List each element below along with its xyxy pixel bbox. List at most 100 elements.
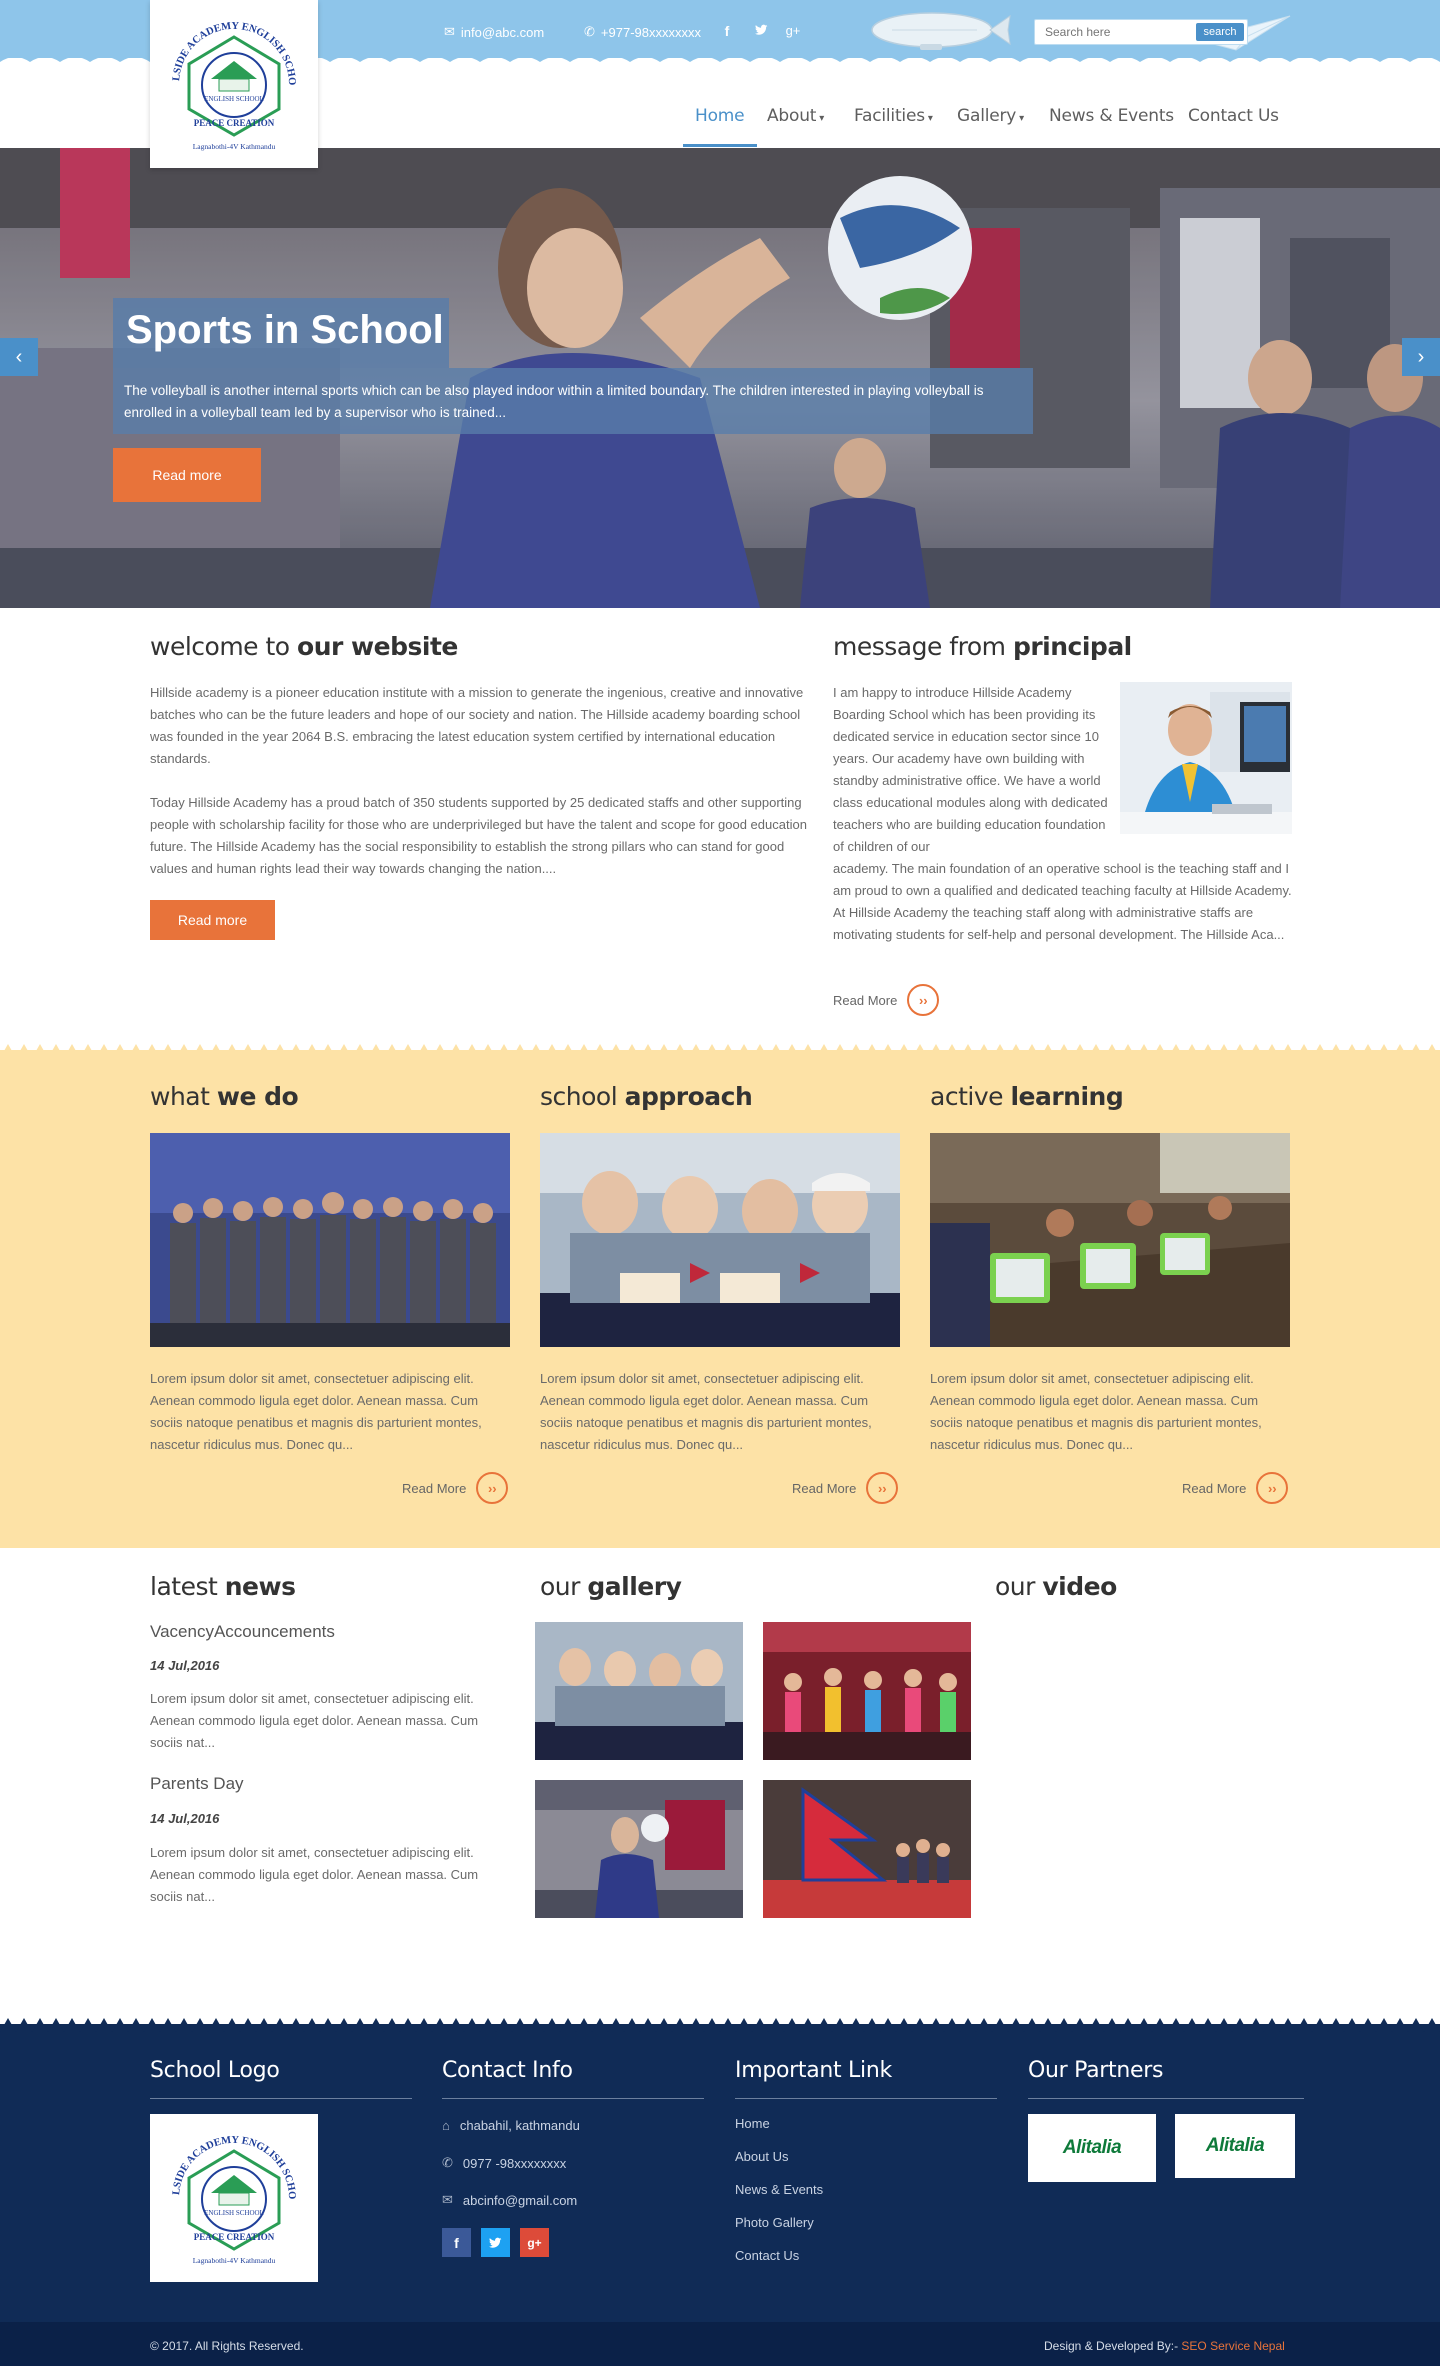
footer-divider	[735, 2098, 997, 2099]
principal-read-more-link[interactable]: Read More ››	[833, 984, 940, 1016]
news-item-text: Lorem ipsum dolor sit amet, consectetuer…	[150, 1845, 479, 1904]
gallery-heading-bold: gallery	[587, 1572, 682, 1601]
principal-heading-bold: principal	[1012, 632, 1132, 661]
footer-school-logo: HILLSIDE ACADEMY ENGLISH SCHOOL ENGLISH …	[150, 2114, 318, 2282]
nav-gallery[interactable]: Gallery ▾	[957, 106, 1024, 126]
gallery-heading: our gallery	[540, 1572, 682, 1601]
school-crest-icon: HILLSIDE ACADEMY ENGLISH SCHOOL ENGLISH …	[159, 9, 297, 151]
news-item-date: 14 Jul,2016	[150, 1811, 220, 1826]
envelope-icon: ✉	[442, 2192, 453, 2207]
nav-facilities-label: Facilities	[854, 106, 925, 126]
facebook-icon[interactable]: f	[718, 23, 736, 39]
footer-email-text: abcinfo@gmail.com	[462, 2192, 578, 2208]
footer-link-contact[interactable]: Contact Us	[735, 2248, 799, 2263]
footer-link-news-events[interactable]: News & Events	[735, 2182, 823, 2197]
news-item-title[interactable]: Parents Day	[150, 1774, 244, 1794]
gallery-thumbnail[interactable]	[763, 1622, 971, 1760]
footer-phone-text: 0977 -98xxxxxxxx	[462, 2155, 567, 2171]
double-chevron-icon: ››	[907, 984, 940, 1016]
header-phone[interactable]: ✆ +977-98xxxxxxxx	[584, 24, 701, 40]
twitter-icon[interactable]	[481, 2228, 510, 2257]
feature-text: Lorem ipsum dolor sit amet, consectetuer…	[150, 1371, 482, 1452]
envelope-icon: ✉	[444, 24, 455, 39]
news-heading: latest news	[150, 1572, 296, 1601]
footer-address-text: chabahil, kathmandu	[459, 2118, 580, 2133]
footer-address: ⌂ chabahil, kathmandu	[442, 2118, 580, 2133]
footer-email[interactable]: ✉ abcinfo@gmail.com	[442, 2192, 577, 2208]
nav-gallery-label: Gallery	[957, 106, 1017, 126]
nav-about[interactable]: About ▾	[767, 106, 824, 126]
twitter-icon[interactable]	[752, 23, 770, 39]
footer-partners-heading: Our Partners	[1028, 2058, 1164, 2083]
principal-message: academy. The main foundation of an opera…	[833, 861, 1292, 942]
news-item-title[interactable]: VacencyAccouncements	[150, 1622, 335, 1642]
nav-news-events-label: News & Events	[1049, 106, 1174, 126]
footer-link-about[interactable]: About Us	[735, 2149, 788, 2164]
search-button[interactable]: search	[1196, 23, 1244, 41]
nav-contact[interactable]: Contact Us	[1188, 106, 1279, 126]
welcome-heading: welcome to our website	[150, 632, 458, 661]
logo-motto: PEACE CREATION	[194, 2232, 275, 2242]
slider-next-arrow-icon[interactable]: ›	[1402, 338, 1440, 376]
phone-icon: ✆	[584, 24, 595, 39]
blimp-icon	[871, 12, 1011, 50]
search-box: search	[1034, 19, 1248, 45]
search-input[interactable]	[1035, 20, 1195, 44]
welcome-paragraph-1: Hillside academy is a pioneer education …	[150, 685, 804, 766]
gallery-thumbnail[interactable]	[535, 1622, 743, 1760]
footer-phone: ✆ 0977 -98xxxxxxxx	[442, 2155, 566, 2171]
footer-divider	[150, 2098, 412, 2099]
news-heading-light: latest	[150, 1572, 225, 1601]
caret-down-icon: ▾	[927, 113, 933, 124]
feature-read-more-label: Read More	[402, 1480, 467, 1496]
principal-read-more-label: Read More	[833, 992, 898, 1008]
zigzag-edge	[0, 1044, 1440, 1058]
feature-read-more-link[interactable]: Read More ››	[1182, 1472, 1289, 1504]
google-plus-icon[interactable]: g+	[784, 23, 802, 38]
nav-contact-label: Contact Us	[1188, 106, 1279, 126]
welcome-paragraph-2: Today Hillside Academy has a proud batch…	[150, 795, 807, 876]
welcome-read-more-button[interactable]: Read more	[150, 900, 275, 940]
gallery-thumbnail[interactable]	[763, 1780, 971, 1918]
slide-title: Sports in School	[126, 308, 444, 352]
developer-credit: Design & Developed By:- SEO Service Nepa…	[1044, 2339, 1285, 2353]
feature-read-more-link[interactable]: Read More ››	[792, 1472, 899, 1504]
slide-read-more-button[interactable]: Read more	[113, 448, 261, 502]
caret-down-icon: ▾	[1019, 113, 1024, 124]
slider-prev-arrow-icon[interactable]: ‹	[0, 338, 38, 376]
feature-heading-light: active	[930, 1082, 1011, 1111]
school-logo[interactable]: HILLSIDE ACADEMY ENGLISH SCHOOL ENGLISH …	[150, 0, 318, 168]
logo-center-text: ENGLISH SCHOOL	[204, 95, 264, 103]
news-heading-bold: news	[224, 1572, 296, 1601]
partner-logo[interactable]: Alitalia	[1028, 2114, 1156, 2182]
feature-image-school-approach	[540, 1133, 900, 1347]
nav-active-indicator	[683, 144, 757, 147]
nav-home[interactable]: Home	[695, 106, 745, 126]
feature-read-more-link[interactable]: Read More ››	[402, 1472, 509, 1504]
logo-motto: PEACE CREATION	[194, 118, 275, 128]
footer-logo-heading: School Logo	[150, 2058, 280, 2083]
principal-heading: message from principal	[833, 632, 1132, 661]
video-heading-light: our	[995, 1572, 1043, 1601]
feature-image-active-learning	[930, 1133, 1290, 1347]
partner-logo[interactable]: Alitalia	[1175, 2114, 1295, 2178]
gallery-thumbnail[interactable]	[535, 1780, 743, 1918]
nav-news-events[interactable]: News & Events	[1049, 106, 1174, 126]
facebook-icon[interactable]: f	[442, 2228, 471, 2257]
principal-photo	[1120, 682, 1292, 834]
nav-home-label: Home	[695, 106, 745, 126]
header-email[interactable]: ✉ info@abc.com	[444, 24, 544, 40]
footer-link-home[interactable]: Home	[735, 2116, 770, 2131]
nav-facilities[interactable]: Facilities ▾	[854, 106, 933, 126]
google-plus-icon[interactable]: g+	[520, 2228, 549, 2257]
hero-slider: Sports in School The volleyball is anoth…	[0, 148, 1440, 608]
double-chevron-icon: ››	[1256, 1472, 1289, 1504]
phone-icon: ✆	[442, 2155, 453, 2170]
principal-message-wrap: I am happy to introduce Hillside Academy…	[833, 685, 1108, 854]
feature-read-more-label: Read More	[1182, 1480, 1247, 1496]
partner-logo-text: Alitalia	[1205, 2135, 1265, 2156]
welcome-heading-bold: our website	[297, 632, 458, 661]
feature-heading: school approach	[540, 1082, 753, 1111]
credit-link[interactable]: SEO Service Nepal	[1181, 2339, 1284, 2353]
footer-link-photo-gallery[interactable]: Photo Gallery	[735, 2215, 814, 2230]
